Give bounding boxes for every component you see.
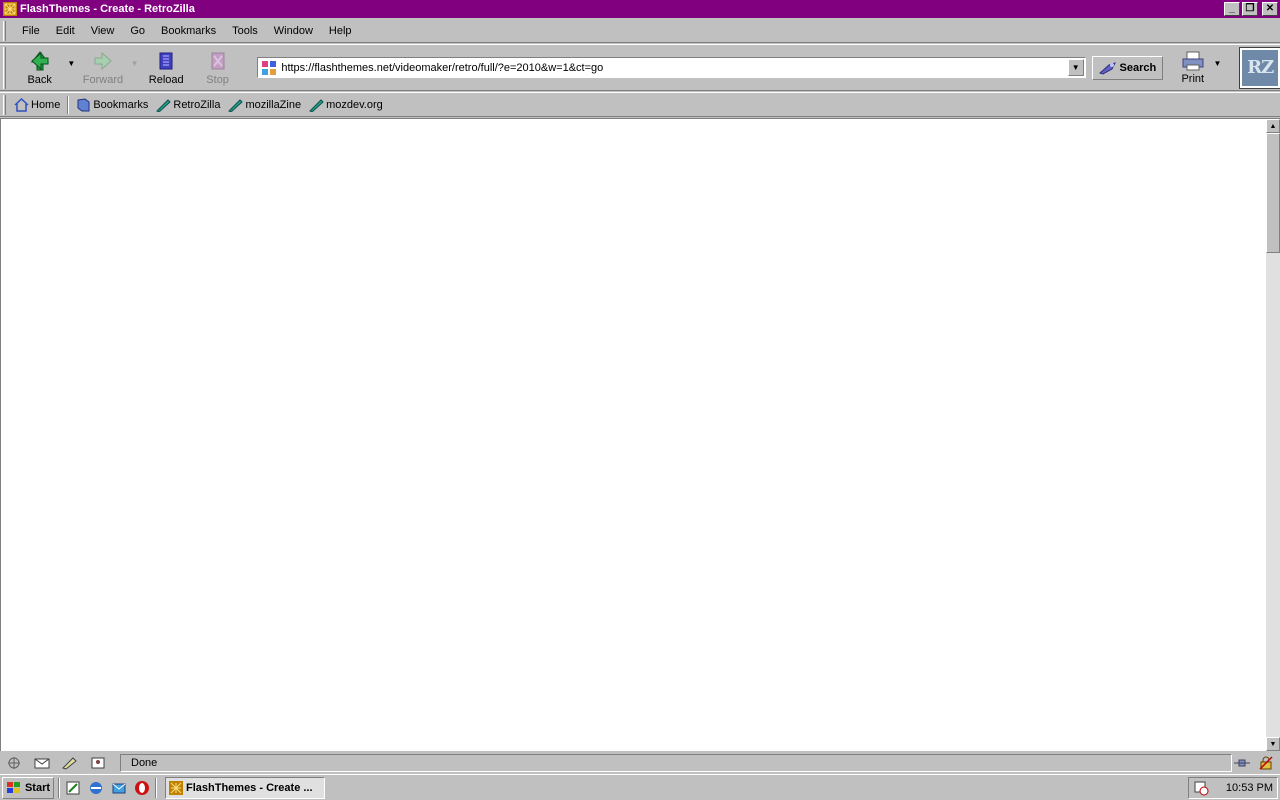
navigation-toolbar: Back ▼ Forward ▼ Reload Stop https://fla…: [0, 44, 1280, 91]
menu-bookmarks[interactable]: Bookmarks: [153, 25, 224, 37]
menu-file[interactable]: File: [14, 25, 48, 37]
toolbar-separator: [67, 95, 70, 114]
forward-history-dropdown[interactable]: ▼: [129, 59, 141, 68]
clock[interactable]: 10:53 PM: [1226, 782, 1273, 794]
security-lock-icon[interactable]: [1256, 754, 1276, 772]
restore-button[interactable]: ❐: [1242, 2, 1258, 16]
bookmarks-label: Bookmarks: [93, 98, 149, 111]
opera-icon[interactable]: [133, 779, 151, 797]
bookmarks-button[interactable]: Bookmarks: [72, 97, 152, 112]
toolbar-grip[interactable]: [3, 46, 6, 89]
system-tray: 10:53 PM: [1188, 776, 1278, 799]
menu-go[interactable]: Go: [122, 25, 153, 37]
start-button[interactable]: Start: [2, 776, 54, 799]
home-button[interactable]: Home: [10, 97, 64, 112]
minimize-button[interactable]: _: [1224, 2, 1240, 16]
composer-icon[interactable]: [56, 754, 84, 772]
search-label: Search: [1119, 61, 1157, 74]
scroll-up-button[interactable]: ▲: [1266, 119, 1280, 133]
connection-status-icon: [1232, 754, 1252, 772]
retrozilla-throbber-logo[interactable]: RZ: [1239, 46, 1280, 89]
bookmark-link-icon: [228, 98, 244, 112]
url-bar[interactable]: https://flashthemes.net/videomaker/retro…: [257, 57, 1086, 78]
start-label: Start: [24, 781, 51, 794]
status-text: Done: [120, 753, 1232, 772]
logo-text: RZ: [1247, 57, 1274, 78]
back-history-dropdown[interactable]: ▼: [65, 59, 77, 68]
taskbar-button-label: FlashThemes - Create ...: [186, 781, 313, 794]
forward-arrow-icon: [94, 51, 112, 70]
url-history-dropdown[interactable]: ▼: [1067, 59, 1084, 76]
url-text[interactable]: https://flashthemes.net/videomaker/retro…: [281, 62, 1067, 74]
print-label: Print: [1181, 72, 1205, 85]
bookmarks-icon: [77, 97, 90, 111]
menu-tools[interactable]: Tools: [224, 25, 266, 37]
stop-icon: [211, 52, 225, 69]
bookmark-link-label: mozillaZine: [245, 98, 302, 111]
status-bar: Done: [0, 752, 1280, 773]
toolbar-grip[interactable]: [3, 94, 6, 115]
scroll-thumb[interactable]: [1266, 133, 1280, 253]
bookmark-link-mozdev[interactable]: mozdev.org: [305, 98, 387, 112]
bookmark-link-retrozilla[interactable]: RetroZilla: [152, 98, 224, 112]
home-icon: [14, 97, 29, 112]
home-label: Home: [31, 98, 61, 111]
bookmark-link-icon: [156, 98, 172, 112]
menu-edit[interactable]: Edit: [48, 25, 83, 37]
toolbar-grip[interactable]: [3, 20, 6, 41]
navigator-icon[interactable]: [0, 754, 28, 772]
mail-icon[interactable]: [28, 754, 56, 772]
vertical-scrollbar[interactable]: ▲ ▼: [1266, 119, 1280, 751]
address-book-icon[interactable]: [84, 754, 112, 772]
bookmark-link-label: mozdev.org: [326, 98, 383, 111]
close-button[interactable]: ✕: [1262, 2, 1278, 16]
menu-window[interactable]: Window: [266, 25, 321, 37]
forward-label: Forward: [82, 73, 124, 86]
scroll-down-button[interactable]: ▼: [1266, 737, 1280, 751]
scheduler-icon[interactable]: [1193, 780, 1209, 796]
window-title: FlashThemes - Create - RetroZilla: [20, 3, 195, 15]
back-label: Back: [27, 73, 52, 86]
taskbar-separator: [58, 777, 60, 798]
taskbar: Start FlashThemes - Create ... 10:53 PM: [0, 774, 1280, 800]
print-button[interactable]: Print: [1177, 46, 1209, 90]
bookmark-link-label: RetroZilla: [173, 98, 221, 111]
internet-explorer-icon[interactable]: [87, 779, 105, 797]
printer-icon: [1182, 51, 1204, 70]
forward-button[interactable]: Forward: [77, 46, 128, 90]
taskbar-button-retrozilla[interactable]: FlashThemes - Create ...: [165, 776, 325, 799]
title-bar: FlashThemes - Create - RetroZilla _ ❐ ✕: [0, 0, 1280, 18]
retrozilla-app-icon: [169, 780, 183, 795]
back-button[interactable]: Back: [14, 46, 65, 90]
print-dropdown[interactable]: ▼: [1211, 59, 1225, 68]
stop-button[interactable]: Stop: [192, 46, 243, 90]
search-icon: [1098, 61, 1116, 75]
retrozilla-app-icon: [3, 2, 17, 16]
outlook-express-icon[interactable]: [110, 779, 128, 797]
taskbar-separator: [155, 777, 157, 798]
menu-help[interactable]: Help: [321, 25, 360, 37]
reload-button[interactable]: Reload: [141, 46, 192, 90]
menu-bar: File Edit View Go Bookmarks Tools Window…: [0, 19, 1280, 43]
personal-toolbar: Home Bookmarks RetroZilla mozillaZine mo…: [0, 92, 1280, 117]
reload-icon: [159, 52, 173, 69]
quick-launch: [64, 779, 151, 797]
windows-logo-icon: [6, 781, 20, 793]
site-favicon-icon: [262, 60, 277, 75]
reload-label: Reload: [148, 73, 184, 86]
bookmark-link-icon: [309, 98, 324, 112]
show-desktop-icon[interactable]: [64, 779, 82, 797]
menu-view[interactable]: View: [83, 25, 123, 37]
back-arrow-icon: [30, 50, 49, 70]
search-button[interactable]: Search: [1091, 55, 1163, 80]
page-content-area[interactable]: ▲ ▼: [0, 118, 1280, 751]
stop-label: Stop: [206, 73, 229, 86]
bookmark-link-mozillazine[interactable]: mozillaZine: [224, 98, 305, 112]
